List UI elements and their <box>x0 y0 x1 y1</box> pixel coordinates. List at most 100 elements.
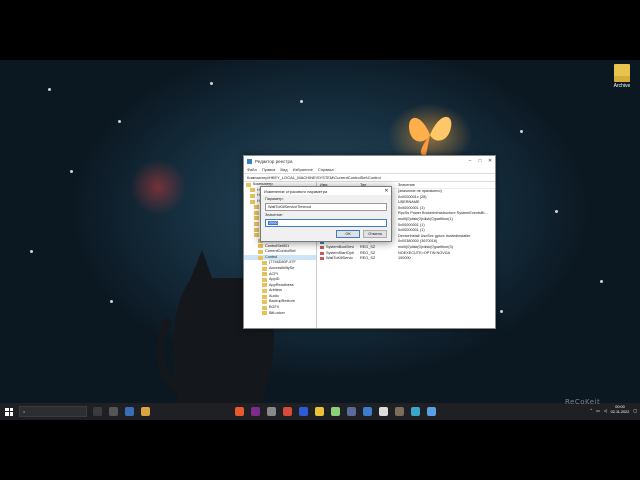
value-data-input[interactable]: 2000 <box>265 219 387 227</box>
clock-date: 02.11.2022 <box>610 410 630 414</box>
folder-icon <box>254 205 259 210</box>
folder-icon <box>262 266 267 271</box>
regedit-taskbar-icon[interactable] <box>427 407 436 416</box>
taskbar-pinned-apps <box>235 407 443 416</box>
app-icon[interactable] <box>347 407 356 416</box>
app-icon[interactable] <box>299 407 308 416</box>
start-button[interactable] <box>5 407 13 416</box>
folder-icon <box>258 244 263 249</box>
folder-icon <box>262 272 267 277</box>
firefox-icon[interactable] <box>235 407 244 416</box>
star <box>520 130 523 133</box>
column-header-data[interactable]: Значение <box>398 183 495 187</box>
folder-icon <box>250 199 255 204</box>
registry-editor-window: Редактор реестра – □ ✕ Файл Правка Вид И… <box>243 155 496 329</box>
folder-icon <box>254 210 259 215</box>
folder-icon <box>254 221 259 226</box>
notifications-icon[interactable]: ▢ <box>633 408 637 413</box>
butterfly-image <box>409 116 452 156</box>
value-label: Значение: <box>265 213 283 217</box>
param-name-field: WaitToKillServiceTimeout <box>265 203 387 211</box>
taskbar-clock[interactable]: 00:00 02.11.2022 <box>611 405 630 415</box>
app-icon[interactable] <box>379 407 388 416</box>
app-icon[interactable] <box>251 407 260 416</box>
star <box>48 88 51 91</box>
menu-view[interactable]: Вид <box>280 167 287 172</box>
close-button[interactable]: ✕ <box>485 158 495 164</box>
star <box>300 100 303 103</box>
string-value-icon <box>320 251 324 255</box>
dialog-close-icon[interactable]: ✕ <box>382 188 391 194</box>
star <box>70 170 73 173</box>
volume-icon[interactable]: ◁ <box>604 408 607 413</box>
search-icon: ⌕ <box>23 409 26 414</box>
folder-icon <box>246 182 251 187</box>
star <box>118 120 121 123</box>
desktop-archive-shortcut[interactable]: Archive <box>608 64 636 89</box>
dialog-title: Изменение строкового параметра <box>264 188 328 194</box>
menu-edit[interactable]: Правка <box>262 167 276 172</box>
tree-item[interactable]: BitLocker <box>244 311 316 317</box>
letterbox-top <box>0 0 640 60</box>
value-row[interactable]: WaitToKillServic REG_SZ 100000 <box>317 256 495 262</box>
value-data: 100000 <box>398 256 411 261</box>
folder-icon <box>262 305 267 310</box>
menu-help[interactable]: Справка <box>318 167 334 172</box>
window-titlebar[interactable]: Редактор реестра – □ ✕ <box>244 156 495 166</box>
taskbar-search-box[interactable]: ⌕ <box>19 406 87 417</box>
star <box>500 310 503 313</box>
widgets-icon[interactable] <box>109 407 118 416</box>
task-view-icon[interactable] <box>93 407 102 416</box>
star <box>110 300 113 303</box>
cancel-button[interactable]: Отмена <box>363 230 387 238</box>
ok-button[interactable]: ОК <box>336 230 360 238</box>
folder-icon <box>262 261 267 266</box>
menu-favorites[interactable]: Избранное <box>293 167 313 172</box>
app-icon[interactable] <box>363 407 372 416</box>
menu-file[interactable]: Файл <box>247 167 257 172</box>
opera-icon[interactable] <box>283 407 292 416</box>
folder-icon <box>254 233 259 238</box>
address-path: Компьютер\HKEY_LOCAL_MACHINE\SYSTEM\Curr… <box>247 175 381 180</box>
value-type: REG_SZ <box>360 256 376 261</box>
string-value-icon <box>320 246 324 250</box>
chrome-icon[interactable] <box>315 407 324 416</box>
app-icon[interactable] <box>125 407 134 416</box>
star <box>210 82 213 85</box>
minimize-button[interactable]: – <box>465 158 475 164</box>
app-icon[interactable] <box>411 407 420 416</box>
star <box>30 250 33 253</box>
value-name: WaitToKillServic <box>317 256 360 262</box>
desktop-icon-label: Archive <box>613 83 631 89</box>
app-icon[interactable] <box>331 407 340 416</box>
network-icon[interactable]: ▭ <box>596 408 600 413</box>
maximize-button[interactable]: □ <box>475 158 485 164</box>
folder-icon[interactable] <box>141 407 150 416</box>
folder-icon <box>250 193 255 198</box>
folder-icon <box>262 277 267 282</box>
folder-icon <box>262 311 267 316</box>
folder-icon <box>614 64 630 82</box>
folder-icon <box>262 283 267 288</box>
star <box>555 210 558 213</box>
watermark: ReCoKeit <box>565 398 601 406</box>
tree-item-label: BitLocker <box>269 310 285 315</box>
folder-icon <box>258 255 263 260</box>
folder-icon <box>262 300 267 305</box>
letterbox-bottom <box>0 420 640 480</box>
chevron-up-icon[interactable]: ^ <box>590 408 592 412</box>
folder-icon <box>254 227 259 232</box>
system-tray: ^ ▭ ◁ 00:00 02.11.2022 ▢ <box>590 405 637 415</box>
app-icon[interactable] <box>395 407 404 416</box>
folder-icon <box>258 249 263 254</box>
menu-bar: Файл Правка Вид Избранное Справка <box>244 166 495 173</box>
dialog-titlebar[interactable]: Изменение строкового параметра ✕ <box>261 187 391 195</box>
taskbar: ⌕ ^ ▭ ◁ 00:00 02.11.2022 ▢ <box>0 403 640 420</box>
param-label: Параметр: <box>265 197 284 201</box>
steam-icon[interactable] <box>267 407 276 416</box>
edit-string-dialog: Изменение строкового параметра ✕ Парамет… <box>260 186 392 242</box>
regedit-app-icon <box>247 158 252 164</box>
dialog-buttons: ОК Отмена <box>336 230 387 238</box>
folder-icon <box>254 216 259 221</box>
window-title: Редактор реестра <box>255 158 293 164</box>
